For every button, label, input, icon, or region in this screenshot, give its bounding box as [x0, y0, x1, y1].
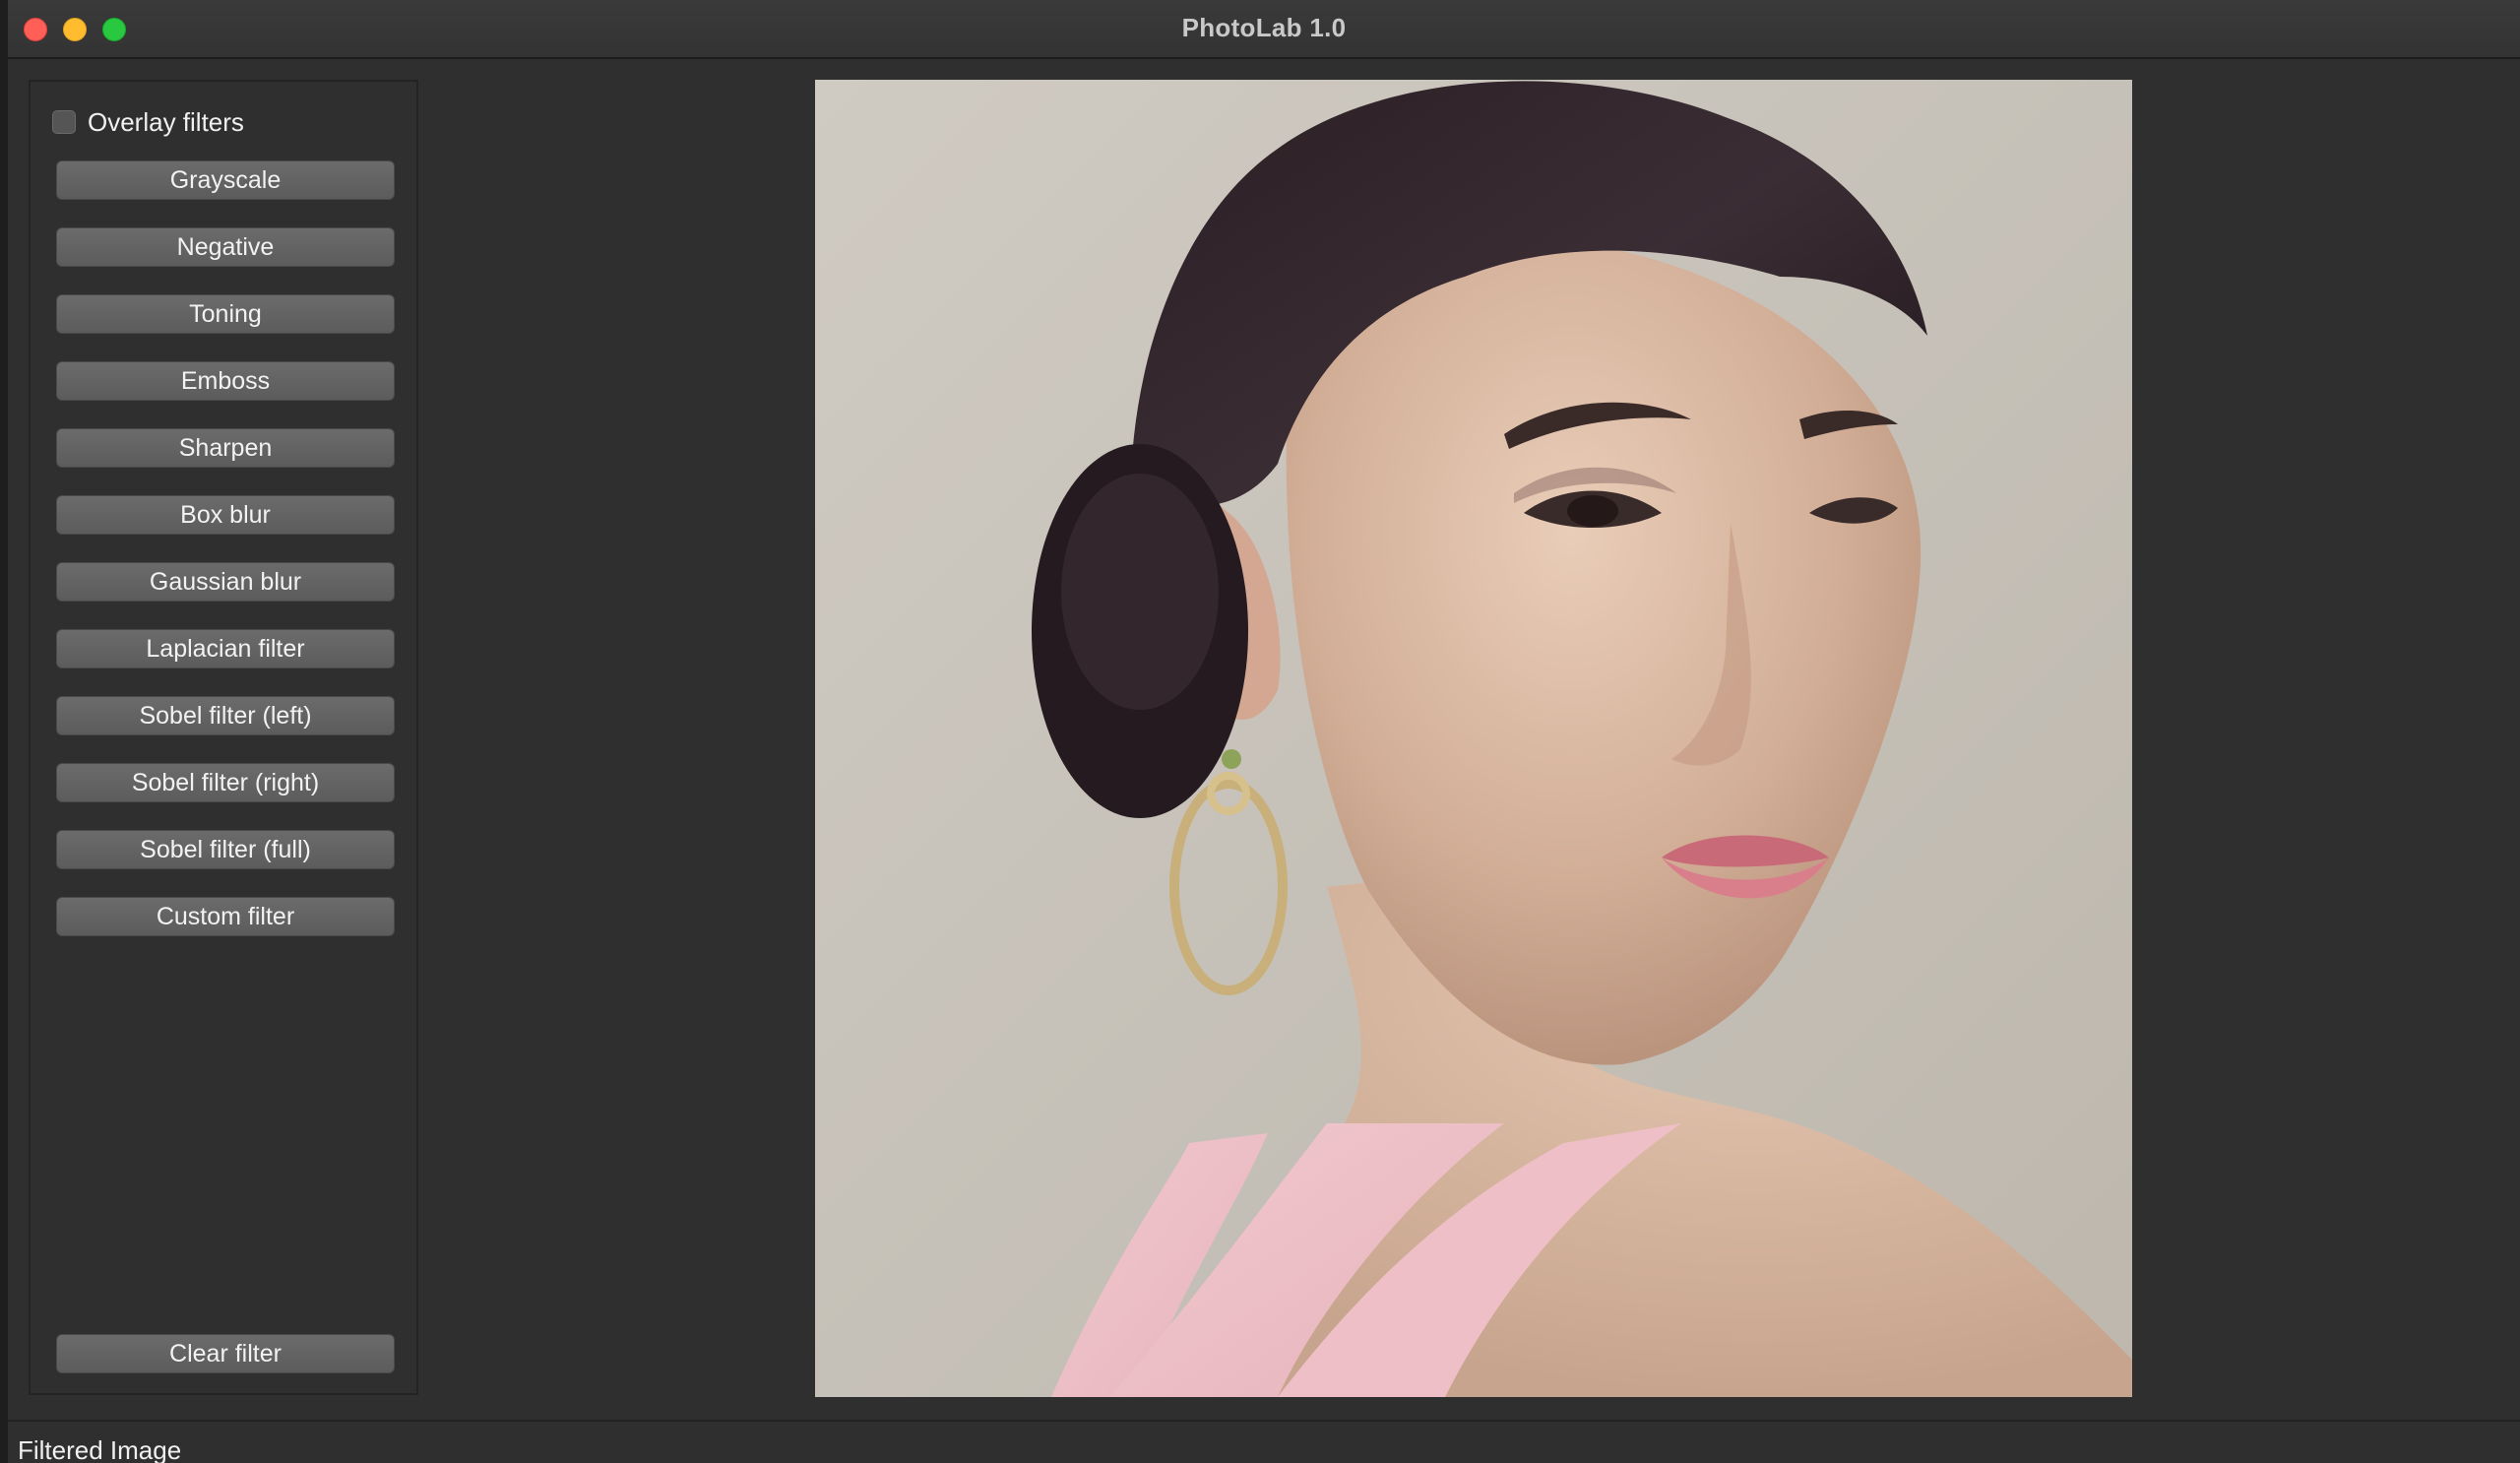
status-bar: Filtered Image: [8, 1420, 2520, 1463]
window-title: PhotoLab 1.0: [1181, 13, 1347, 42]
overlay-filters-toggle[interactable]: Overlay filters: [52, 107, 244, 137]
title-bar[interactable]: PhotoLab 1.0: [8, 0, 2520, 59]
filtered-image-canvas: [815, 80, 2132, 1397]
emboss-button[interactable]: Emboss: [56, 361, 395, 401]
filter-sidebar: Overlay filters Grayscale Negative Tonin…: [29, 80, 418, 1395]
overlay-filters-checkbox[interactable]: [52, 110, 76, 134]
box-blur-button[interactable]: Box blur: [56, 495, 395, 535]
status-text: Filtered Image: [18, 1435, 182, 1463]
laplacian-filter-button[interactable]: Laplacian filter: [56, 629, 395, 668]
sobel-full-button[interactable]: Sobel filter (full): [56, 830, 395, 869]
app-window: PhotoLab 1.0 Overlay filters Grayscale N…: [8, 0, 2520, 1463]
custom-filter-button[interactable]: Custom filter: [56, 897, 395, 936]
toning-button[interactable]: Toning: [56, 294, 395, 334]
grayscale-button[interactable]: Grayscale: [56, 160, 395, 200]
gaussian-blur-button[interactable]: Gaussian blur: [56, 562, 395, 602]
sobel-right-button[interactable]: Sobel filter (right): [56, 763, 395, 802]
negative-button[interactable]: Negative: [56, 227, 395, 267]
clear-filter-button[interactable]: Clear filter: [56, 1334, 395, 1373]
sharpen-button[interactable]: Sharpen: [56, 428, 395, 468]
filter-button-list: Grayscale Negative Toning Emboss Sharpen…: [56, 160, 395, 964]
overlay-filters-label: Overlay filters: [88, 106, 244, 137]
sobel-left-button[interactable]: Sobel filter (left): [56, 696, 395, 735]
portrait-photo-icon: [815, 80, 2132, 1397]
